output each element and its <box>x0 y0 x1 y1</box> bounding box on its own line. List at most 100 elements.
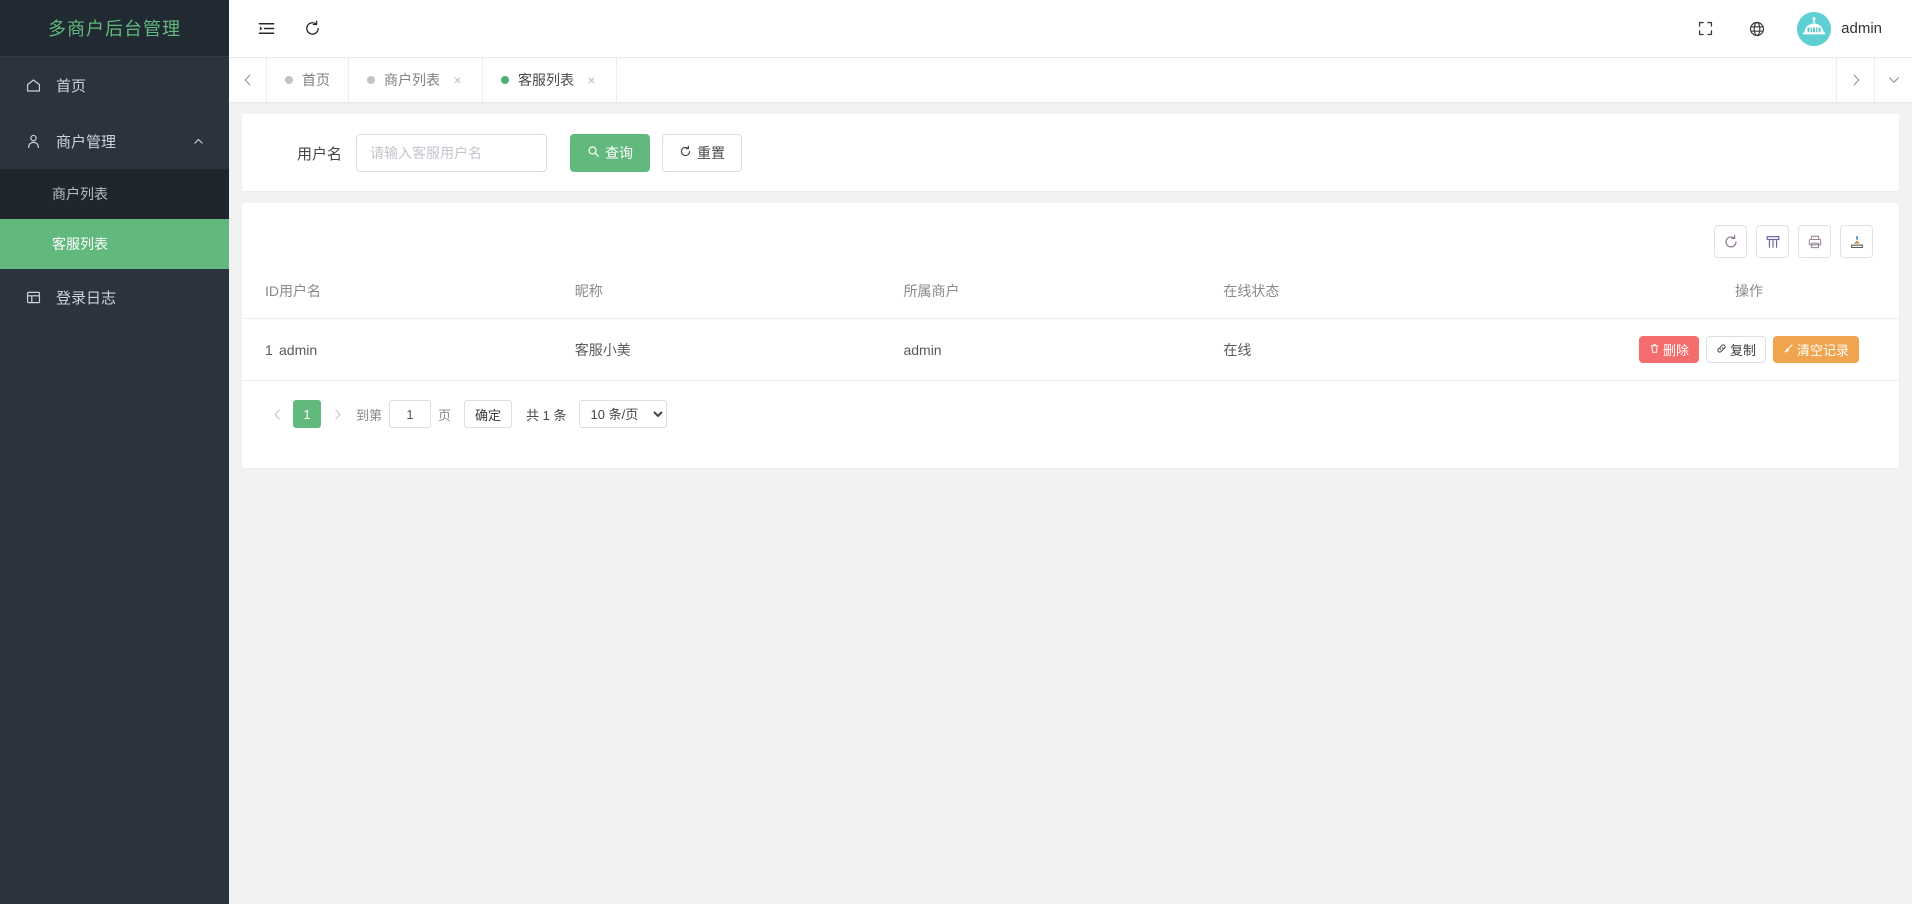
col-header-action: 操作 <box>1638 272 1899 319</box>
globe-icon[interactable] <box>1731 0 1783 57</box>
sidebar-item-service-list[interactable]: 客服列表 <box>0 219 229 269</box>
avatar <box>1797 11 1832 46</box>
menu-fold-icon[interactable] <box>243 0 289 57</box>
tabs-scroll-left-button[interactable] <box>229 58 267 102</box>
print-icon[interactable] <box>1798 225 1831 258</box>
sidebar-item-login-log-label: 登录日志 <box>56 289 117 307</box>
tab-merchant-list[interactable]: 商户列表 × <box>349 58 483 102</box>
row-action-group: 删除 复制 清空记录 <box>1638 336 1859 363</box>
user-name-label: admin <box>1841 20 1882 37</box>
table-body: 1 admin 客服小美 admin 在线 删除 复制 清空记录 <box>242 318 1899 381</box>
search-form-row: 用户名 查询 <box>242 134 1899 172</box>
sidebar-item-merchant-list-label: 商户列表 <box>52 186 108 202</box>
search-icon <box>587 145 600 161</box>
delete-button-label: 删除 <box>1662 343 1689 358</box>
pagination-prev-button[interactable] <box>265 400 289 428</box>
service-table: ID 用户名 昵称 所属商户 在线状态 操作 1 admin 客服小美 admi… <box>242 272 1899 381</box>
tab-merchant-list-label: 商户列表 <box>384 72 440 88</box>
cell-actions: 删除 复制 清空记录 <box>1638 318 1899 381</box>
tab-home-label: 首页 <box>302 72 330 88</box>
main-area: admin 首页 商户列表 × 客服列表 × 用户名 请输入客服用户名 查询 重… <box>229 0 1912 904</box>
query-button-label: 查询 <box>605 145 634 161</box>
tabs-scroll-container: 首页 商户列表 × 客服列表 × <box>267 58 1836 102</box>
col-header-status: 在线状态 <box>1223 272 1639 319</box>
search-filter-card: 用户名 查询 <box>242 114 1899 191</box>
query-button[interactable]: 查询 <box>570 134 651 172</box>
fullscreen-icon[interactable] <box>1679 0 1731 57</box>
header-right-controls: admin <box>1679 0 1888 57</box>
table-row[interactable]: 1 admin 客服小美 admin 在线 删除 复制 清空记录 <box>242 318 1899 381</box>
header-left-controls <box>243 0 335 57</box>
username-field-label: 用户名 <box>297 145 343 163</box>
content-scroll-area[interactable]: 用户名 查询 <box>229 102 1912 904</box>
sidebar-item-home[interactable]: 首页 <box>0 57 229 113</box>
cell-nickname: 客服小美 <box>574 318 904 381</box>
window-icon <box>22 286 44 308</box>
sidebar-submenu-merchant: 商户列表 客服列表 <box>0 169 229 269</box>
broom-icon <box>1783 342 1794 357</box>
pagination: 1 到第 页 确定 共 1 条 10 条/页 20 条/页 50 条/页 100… <box>242 381 1899 428</box>
pagination-total-label: 共 1 条 <box>526 407 567 423</box>
page-size-select[interactable]: 10 条/页 20 条/页 50 条/页 100 条/页 <box>578 400 667 428</box>
home-icon <box>22 74 44 96</box>
sidebar-item-merchant-management[interactable]: 商户管理 <box>0 113 229 169</box>
col-header-id: ID <box>242 272 279 319</box>
pagination-next-button[interactable] <box>325 400 349 428</box>
close-icon[interactable]: × <box>451 73 464 87</box>
tab-status-dot <box>501 76 509 84</box>
pagination-page-1[interactable]: 1 <box>293 400 321 428</box>
pagination-confirm-button[interactable]: 确定 <box>464 400 513 428</box>
cell-merchant: admin <box>903 318 1224 381</box>
table-head: ID 用户名 昵称 所属商户 在线状态 操作 <box>242 272 1899 319</box>
user-menu[interactable]: admin <box>1783 0 1888 57</box>
chevron-up-icon <box>192 135 205 148</box>
table-header-row: ID 用户名 昵称 所属商户 在线状态 操作 <box>242 272 1899 319</box>
copy-button[interactable]: 复制 <box>1705 336 1766 363</box>
sidebar-logo[interactable]: 多商户后台管理 <box>0 0 229 57</box>
sidebar-item-merchant-management-label: 商户管理 <box>56 133 117 151</box>
sidebar-item-service-list-label: 客服列表 <box>52 236 108 252</box>
export-icon[interactable] <box>1840 225 1873 258</box>
columns-icon[interactable] <box>1756 225 1789 258</box>
tab-status-dot <box>285 76 293 84</box>
reset-button[interactable]: 重置 <box>662 134 743 172</box>
sidebar: 多商户后台管理 首页 商户管理 商户列表 客服列表 登录日志 <box>0 0 229 904</box>
cell-id: 1 <box>242 318 279 381</box>
tabs-right-controls <box>1836 58 1912 102</box>
refresh-icon <box>679 145 692 161</box>
sidebar-logo-text: 多商户后台管理 <box>48 19 181 39</box>
col-header-merchant: 所属商户 <box>903 272 1224 319</box>
reset-button-label: 重置 <box>697 145 726 161</box>
tabs-scroll-right-button[interactable] <box>1836 58 1874 102</box>
pagination-goto-suffix: 页 <box>438 407 452 423</box>
tab-status-dot <box>367 76 375 84</box>
clear-records-button[interactable]: 清空记录 <box>1772 336 1859 363</box>
close-icon[interactable]: × <box>585 73 598 87</box>
tab-service-list-label: 客服列表 <box>518 72 574 88</box>
cell-username: admin <box>279 318 575 381</box>
sidebar-item-login-log[interactable]: 登录日志 <box>0 269 229 325</box>
search-input[interactable] <box>356 134 548 172</box>
cell-status: 在线 <box>1223 318 1639 381</box>
link-icon <box>1716 342 1727 357</box>
pagination-goto-input[interactable] <box>389 400 432 428</box>
top-header: admin <box>229 0 1912 57</box>
col-header-username: 用户名 <box>279 272 575 319</box>
trash-icon <box>1649 342 1660 357</box>
tab-bar: 首页 商户列表 × 客服列表 × <box>229 57 1912 102</box>
copy-button-label: 复制 <box>1729 343 1756 358</box>
tab-home[interactable]: 首页 <box>267 58 349 102</box>
sidebar-item-merchant-list[interactable]: 商户列表 <box>0 169 229 219</box>
table-toolbar <box>242 203 1899 272</box>
delete-button[interactable]: 删除 <box>1638 336 1699 363</box>
refresh-icon[interactable] <box>1714 225 1747 258</box>
clear-records-button-label: 清空记录 <box>1796 343 1849 358</box>
tabs-dropdown-button[interactable] <box>1874 58 1912 102</box>
refresh-icon[interactable] <box>289 0 335 57</box>
sidebar-nav: 首页 商户管理 商户列表 客服列表 登录日志 <box>0 57 229 325</box>
sidebar-item-home-label: 首页 <box>56 77 87 95</box>
user-icon <box>22 130 44 152</box>
col-header-nickname: 昵称 <box>574 272 904 319</box>
pagination-goto-prefix: 到第 <box>356 407 383 423</box>
tab-service-list[interactable]: 客服列表 × <box>483 58 617 102</box>
